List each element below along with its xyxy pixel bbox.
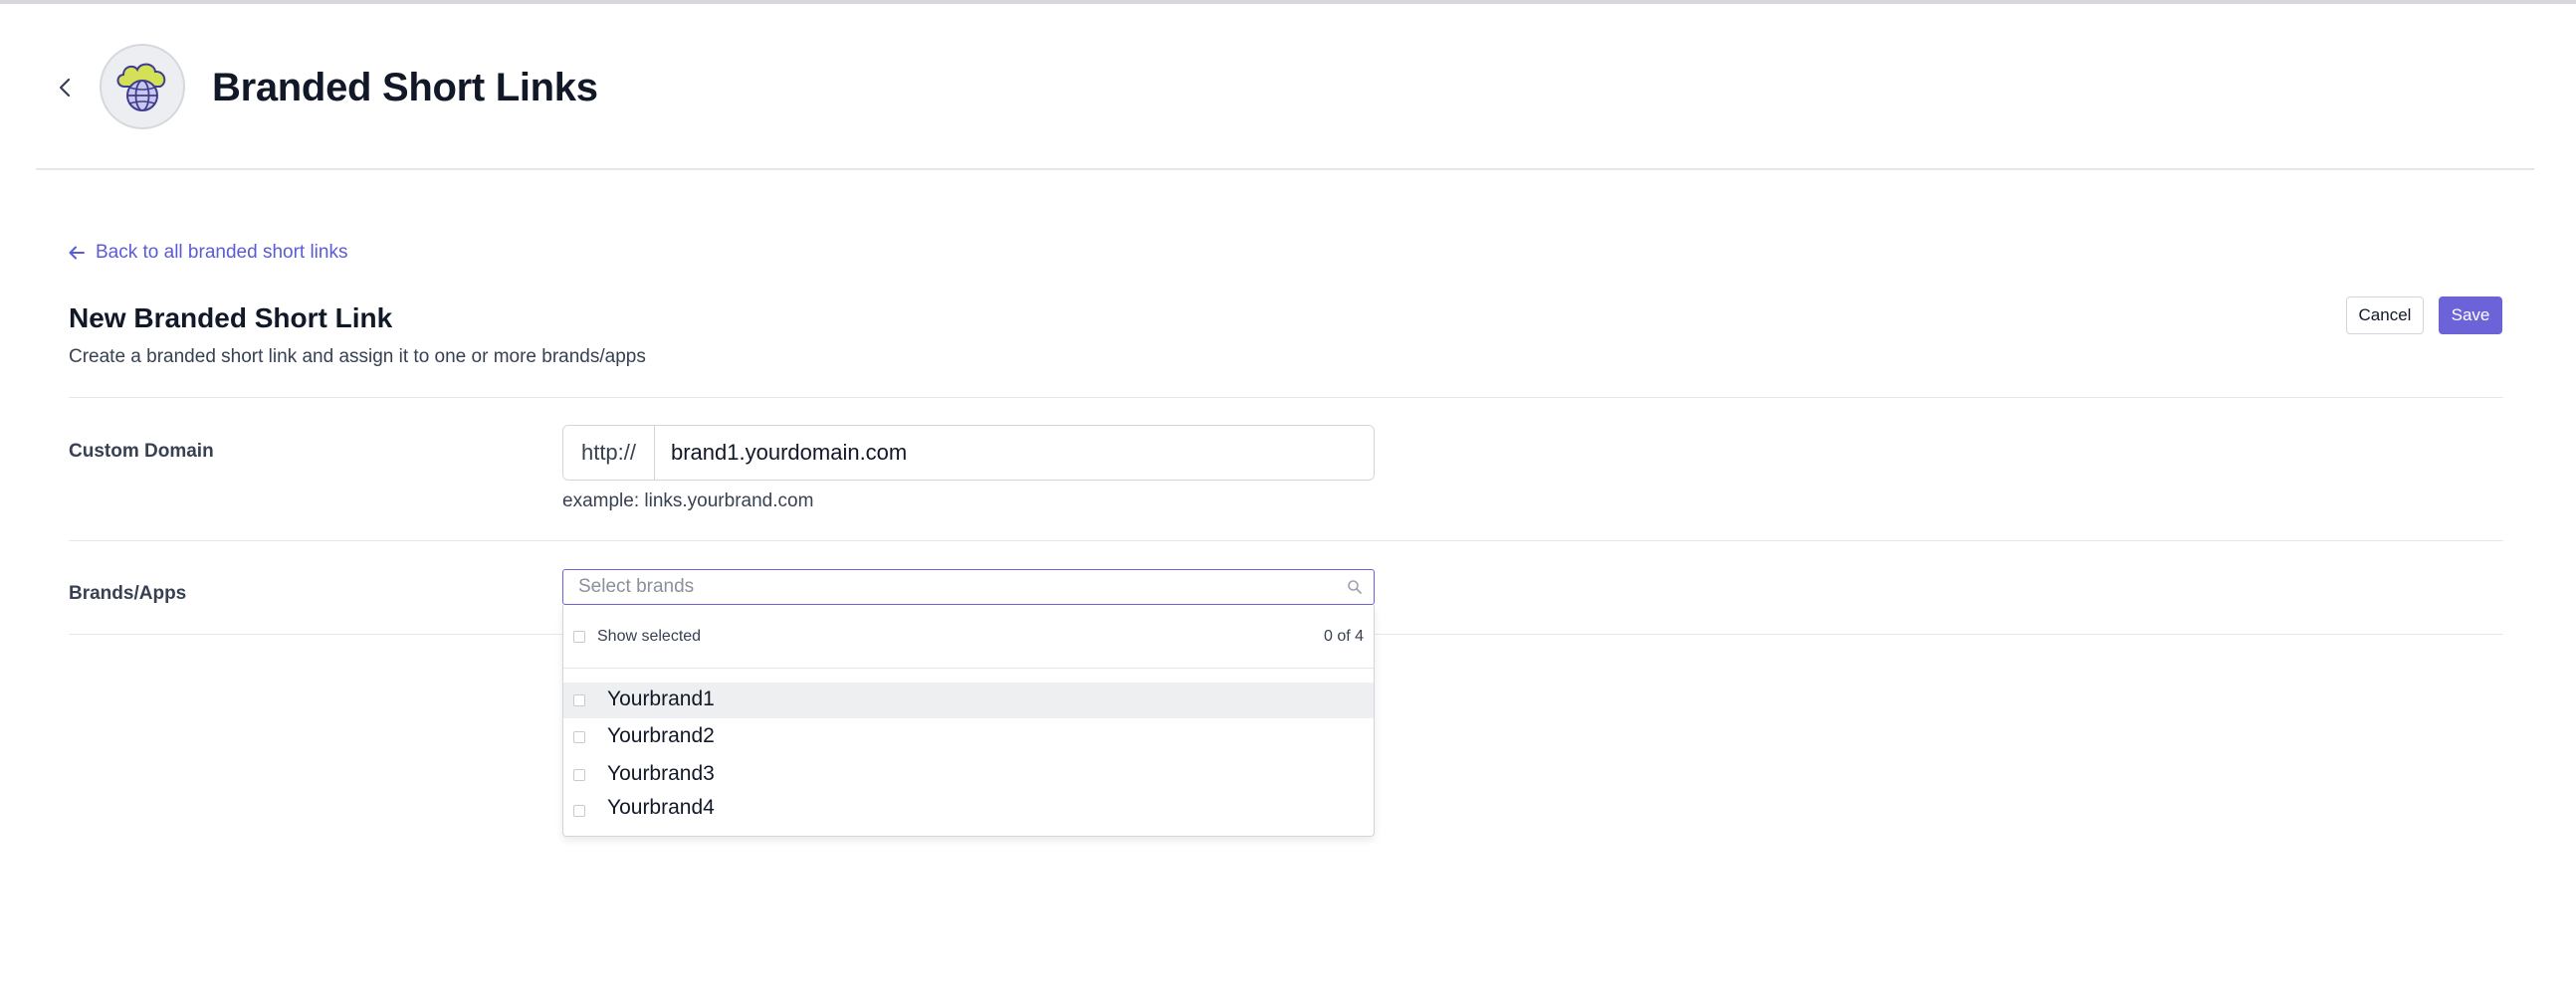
brands-label: Brands/Apps (69, 583, 187, 604)
page-header: Branded Short Links (0, 4, 2576, 169)
form-title: New Branded Short Link (69, 302, 393, 333)
custom-domain-input[interactable] (655, 426, 1374, 480)
custom-domain-label: Custom Domain (69, 441, 214, 462)
brand-option-checkbox[interactable] (573, 805, 585, 817)
search-icon (1340, 572, 1370, 602)
dropdown-header: Show selected 0 of 4 (563, 605, 1374, 669)
brand-option-checkbox[interactable] (573, 769, 585, 781)
app-logo (100, 44, 185, 129)
show-selected-checkbox[interactable] (573, 631, 585, 643)
brand-option-label: Yourbrand1 (607, 687, 715, 710)
brand-option-checkbox[interactable] (573, 731, 585, 743)
save-button[interactable]: Save (2439, 296, 2502, 334)
chevron-left-icon (59, 78, 71, 98)
divider-top (69, 397, 2503, 398)
back-chevron-button[interactable] (50, 70, 80, 105)
brand-option-label: Yourbrand3 (607, 762, 715, 785)
brands-search-input[interactable] (563, 570, 1340, 604)
custom-domain-help: example: links.yourbrand.com (562, 490, 814, 511)
brand-option-label: Yourbrand4 (607, 796, 715, 819)
brand-option-1[interactable]: Yourbrand1 (563, 683, 1374, 718)
page-title: Branded Short Links (212, 66, 598, 109)
custom-domain-field: http:// (562, 425, 1375, 481)
domain-prefix: http:// (563, 426, 655, 480)
brand-option-3[interactable]: Yourbrand3 (563, 757, 1374, 793)
cloud-globe-icon (116, 63, 166, 111)
brands-select[interactable] (562, 569, 1375, 605)
cancel-button[interactable]: Cancel (2346, 296, 2424, 334)
arrow-left-icon (69, 246, 85, 260)
divider-middle (69, 540, 2503, 541)
show-selected-label: Show selected (597, 628, 702, 645)
brand-option-2[interactable]: Yourbrand2 (563, 719, 1374, 755)
brands-dropdown: Show selected 0 of 4 Yourbrand1 Yourbran… (562, 605, 1375, 837)
brand-option-checkbox[interactable] (573, 694, 585, 706)
back-link-label: Back to all branded short links (96, 242, 348, 263)
brand-option-label: Yourbrand2 (607, 724, 715, 747)
form-subtitle: Create a branded short link and assign i… (69, 346, 646, 367)
header-divider (36, 168, 2534, 170)
selected-count: 0 of 4 (1323, 628, 1364, 645)
back-to-list-link[interactable]: Back to all branded short links (68, 242, 347, 264)
brand-option-4[interactable]: Yourbrand4 (563, 791, 1374, 827)
